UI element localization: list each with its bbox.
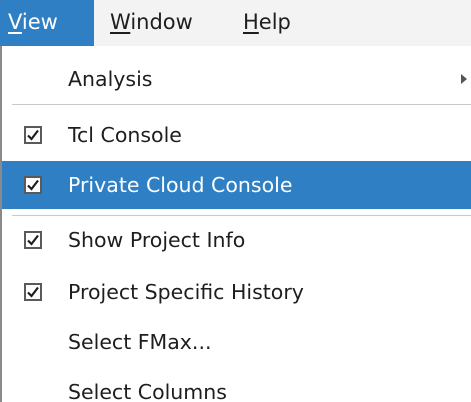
menu-item-tcl-console[interactable]: Tcl Console — [2, 111, 471, 159]
menu-view[interactable]: View — [0, 0, 94, 46]
menu-item-label: Select FMax... — [68, 330, 212, 354]
menu-item-label: Analysis — [68, 67, 153, 91]
menu-item-label: Private Cloud Console — [68, 173, 293, 197]
menu-window[interactable]: Window — [110, 0, 193, 46]
app-window: View Window Help Analysis Tcl Console Pr… — [0, 0, 471, 402]
checkbox-checked-icon[interactable] — [24, 283, 42, 301]
menu-item-select-fmax[interactable]: Select FMax... — [2, 318, 471, 366]
menubar: View Window Help — [0, 0, 471, 46]
menu-item-label: Select Columns — [68, 380, 227, 402]
menu-item-analysis[interactable]: Analysis — [2, 55, 471, 103]
menu-help-mnemonic: H — [243, 10, 259, 34]
submenu-arrow-icon — [461, 74, 467, 84]
menu-item-label: Project Specific History — [68, 280, 304, 304]
checkbox-checked-icon[interactable] — [24, 231, 42, 249]
menu-item-show-project-info[interactable]: Show Project Info — [2, 216, 471, 264]
menu-view-mnemonic: V — [8, 10, 22, 34]
menu-item-label: Show Project Info — [68, 228, 246, 252]
menu-window-mnemonic: W — [110, 10, 131, 34]
menu-view-label: iew — [21, 10, 58, 34]
menu-window-label: indow — [130, 10, 193, 34]
menu-help[interactable]: Help — [243, 0, 291, 46]
menu-item-project-specific-history[interactable]: Project Specific History — [2, 268, 471, 316]
menu-separator — [12, 104, 471, 105]
checkbox-checked-icon[interactable] — [24, 176, 42, 194]
menu-item-label: Tcl Console — [68, 123, 182, 147]
menu-help-label: elp — [258, 10, 291, 34]
menu-item-private-cloud-console[interactable]: Private Cloud Console — [2, 161, 471, 209]
view-menu-dropdown: Analysis Tcl Console Private Cloud Conso… — [0, 46, 471, 402]
checkbox-checked-icon[interactable] — [24, 126, 42, 144]
menu-item-select-columns[interactable]: Select Columns — [2, 368, 471, 402]
